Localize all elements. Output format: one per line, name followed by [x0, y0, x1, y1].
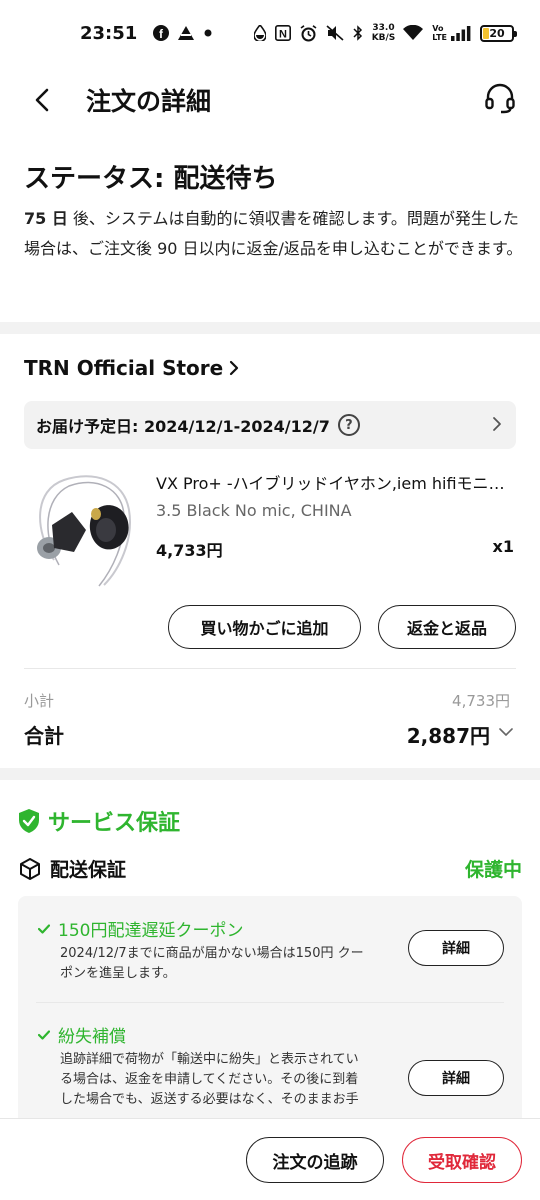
guarantee-item-title: 150円配達遅延クーポン: [38, 916, 243, 941]
headset-icon: [485, 83, 515, 114]
service-guarantee-title: サービス保証: [48, 811, 181, 836]
refund-return-button[interactable]: 返金と返品: [378, 605, 516, 649]
divider: [36, 1002, 504, 1003]
drop-icon: [253, 25, 266, 41]
product-name[interactable]: VX Pro+ -ハイブリッドイヤホン,iem hifiモニター: [156, 470, 516, 494]
guarantee-card: 150円配達遅延クーポン 2024/12/7までに商品が届かない場合は150円 …: [18, 896, 522, 1136]
status-bar: 23:51 f N 33.0 KB/S Vo LTE 20: [0, 0, 540, 66]
section-divider: [0, 322, 540, 334]
chevron-right-icon: [493, 417, 501, 431]
chevron-left-icon: [35, 88, 49, 112]
mute-icon: [326, 25, 344, 41]
alarm-icon: [300, 24, 317, 42]
subtotal-value: 4,733円: [452, 692, 510, 710]
order-status-description: 75 日 後、システムは自動的に領収書を確認します。問題が発生した場合は、ご注文…: [24, 204, 524, 264]
app-icon: [178, 26, 195, 40]
net-speed: 33.0 KB/S: [371, 23, 396, 43]
status-time: 23:51: [80, 22, 138, 44]
product-variant: 3.5 Black No mic, CHINA: [156, 501, 352, 520]
total-label: 合計: [24, 724, 64, 748]
svg-text:N: N: [279, 29, 287, 41]
battery-icon: 20: [480, 24, 517, 42]
guarantee-item-title: 紛失補償: [38, 1022, 126, 1047]
order-status-title: ステータス: 配送待ち: [24, 164, 278, 194]
back-button[interactable]: [24, 82, 60, 118]
check-icon: [38, 923, 50, 934]
store-name: TRN Official Store: [24, 356, 224, 380]
total-value[interactable]: 2,887円: [407, 720, 490, 749]
confirm-receipt-button[interactable]: 受取確認: [402, 1137, 522, 1183]
customer-support-button[interactable]: [480, 78, 520, 118]
shipping-guarantee: 配送保証: [18, 855, 126, 882]
check-icon: [38, 1029, 50, 1040]
product-quantity: x1: [492, 537, 514, 556]
details-button[interactable]: 詳細: [408, 1060, 504, 1096]
app-header: 注文の詳細: [0, 66, 540, 132]
bottom-action-bar: 注文の追跡 受取確認: [0, 1118, 540, 1200]
volte-icon: Vo LTE: [432, 24, 447, 42]
guarantee-item-description: 2024/12/7までに商品が届かない場合は150円 クー ポンを進呈します。: [60, 946, 364, 981]
chevron-down-icon[interactable]: [498, 724, 514, 740]
product-price: 4,733円: [156, 541, 223, 560]
details-button[interactable]: 詳細: [408, 930, 504, 966]
earphones-image: [37, 475, 131, 587]
shield-check-icon: [19, 809, 39, 833]
delivery-estimate-bar[interactable]: お届け予定日: 2024/12/1-2024/12/7 ?: [24, 401, 516, 449]
product-image[interactable]: [24, 470, 142, 588]
subtotal-label: 小計: [24, 692, 55, 710]
protection-status: 保護中: [464, 859, 522, 881]
signal-icon: [451, 25, 471, 41]
status-description-text: 後、システムは自動的に領収書を確認します。問題が発生した場合は、ご注文後 90 …: [24, 209, 523, 258]
divider: [24, 668, 516, 669]
box-icon: [20, 857, 40, 880]
help-icon[interactable]: ?: [337, 414, 360, 436]
wifi-icon: [403, 25, 424, 41]
chevron-right-icon: [230, 360, 239, 376]
service-guarantee-header: サービス保証: [18, 805, 180, 837]
facebook-icon: f: [153, 25, 170, 41]
section-divider: [0, 768, 540, 780]
add-to-cart-button[interactable]: 買い物かごに追加: [168, 605, 361, 649]
guarantee-item-description: 追跡詳細で荷物が「輸送中に紛失」と表示されてい る場合は、返金を申請してください…: [60, 1052, 359, 1107]
dot-icon: [203, 28, 213, 38]
auto-confirm-days: 75 日: [24, 209, 68, 228]
delivery-estimate-label: お届け予定日: 2024/12/1-2024/12/7: [36, 417, 330, 436]
page-title: 注文の詳細: [86, 87, 212, 116]
bluetooth-icon: [353, 25, 363, 41]
shipping-guarantee-label: 配送保証: [50, 859, 127, 881]
store-link[interactable]: TRN Official Store: [24, 356, 239, 380]
track-order-button[interactable]: 注文の追跡: [246, 1137, 384, 1183]
nfc-icon: N: [274, 25, 291, 41]
